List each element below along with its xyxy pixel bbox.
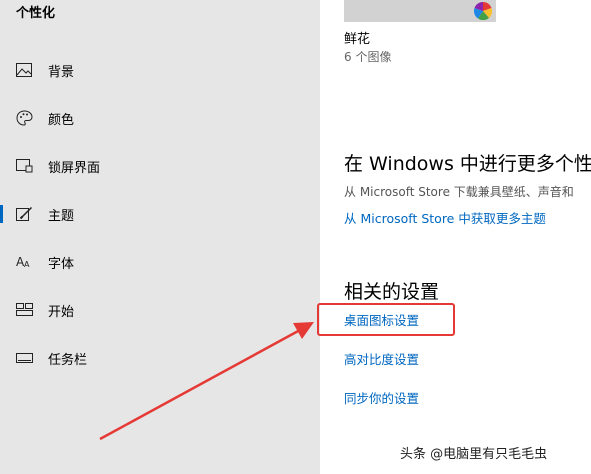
sidebar-item-label: 字体: [48, 257, 75, 272]
sidebar-item-fonts[interactable]: AA 字体: [0, 242, 320, 282]
sidebar-title: 个性化: [16, 6, 56, 21]
related-settings-heading: 相关的设置: [344, 281, 440, 303]
main-content: 鲜花 6 个图像 在 Windows 中进行更多个性 从 Microsoft S…: [320, 0, 591, 474]
active-indicator: [0, 205, 3, 223]
sidebar: 个性化 背景 颜色 锁屏界面 主题 AA 字体 开始 任务栏: [0, 0, 320, 474]
watermark: 头条 @电脑里有只毛毛虫: [400, 447, 548, 462]
font-icon: AA: [15, 253, 33, 271]
sidebar-item-label: 主题: [48, 209, 75, 224]
theme-name: 鲜花: [344, 32, 371, 47]
sync-settings-link[interactable]: 同步你的设置: [344, 388, 419, 407]
theme-image-count: 6 个图像: [344, 50, 392, 64]
sidebar-item-label: 背景: [48, 65, 75, 80]
sidebar-item-themes[interactable]: 主题: [0, 194, 320, 234]
svg-text:A: A: [24, 260, 30, 269]
get-more-themes-link[interactable]: 从 Microsoft Store 中获取更多主题: [344, 208, 546, 227]
highlight-box: [317, 303, 455, 336]
more-personalization-heading: 在 Windows 中进行更多个性: [344, 153, 591, 175]
sidebar-item-label: 颜色: [48, 113, 75, 128]
theme-thumbnail[interactable]: [344, 0, 496, 22]
sidebar-item-color[interactable]: 颜色: [0, 98, 320, 138]
sidebar-item-label: 任务栏: [48, 353, 88, 368]
theme-brush-icon: [15, 205, 33, 223]
lock-screen-icon: [15, 157, 33, 175]
image-icon: [15, 61, 33, 79]
taskbar-icon: [15, 349, 33, 367]
sidebar-item-background[interactable]: 背景: [0, 50, 320, 90]
high-contrast-settings-link[interactable]: 高对比度设置: [344, 349, 419, 368]
palette-icon: [15, 109, 33, 127]
color-wheel-icon: [473, 1, 493, 24]
sidebar-item-start[interactable]: 开始: [0, 290, 320, 330]
start-grid-icon: [15, 301, 33, 319]
sidebar-item-label: 开始: [48, 305, 75, 320]
sidebar-item-lock-screen[interactable]: 锁屏界面: [0, 146, 320, 186]
more-personalization-description: 从 Microsoft Store 下载兼具壁纸、声音和: [344, 185, 574, 199]
sidebar-item-label: 锁屏界面: [48, 161, 101, 176]
sidebar-item-taskbar[interactable]: 任务栏: [0, 338, 320, 378]
